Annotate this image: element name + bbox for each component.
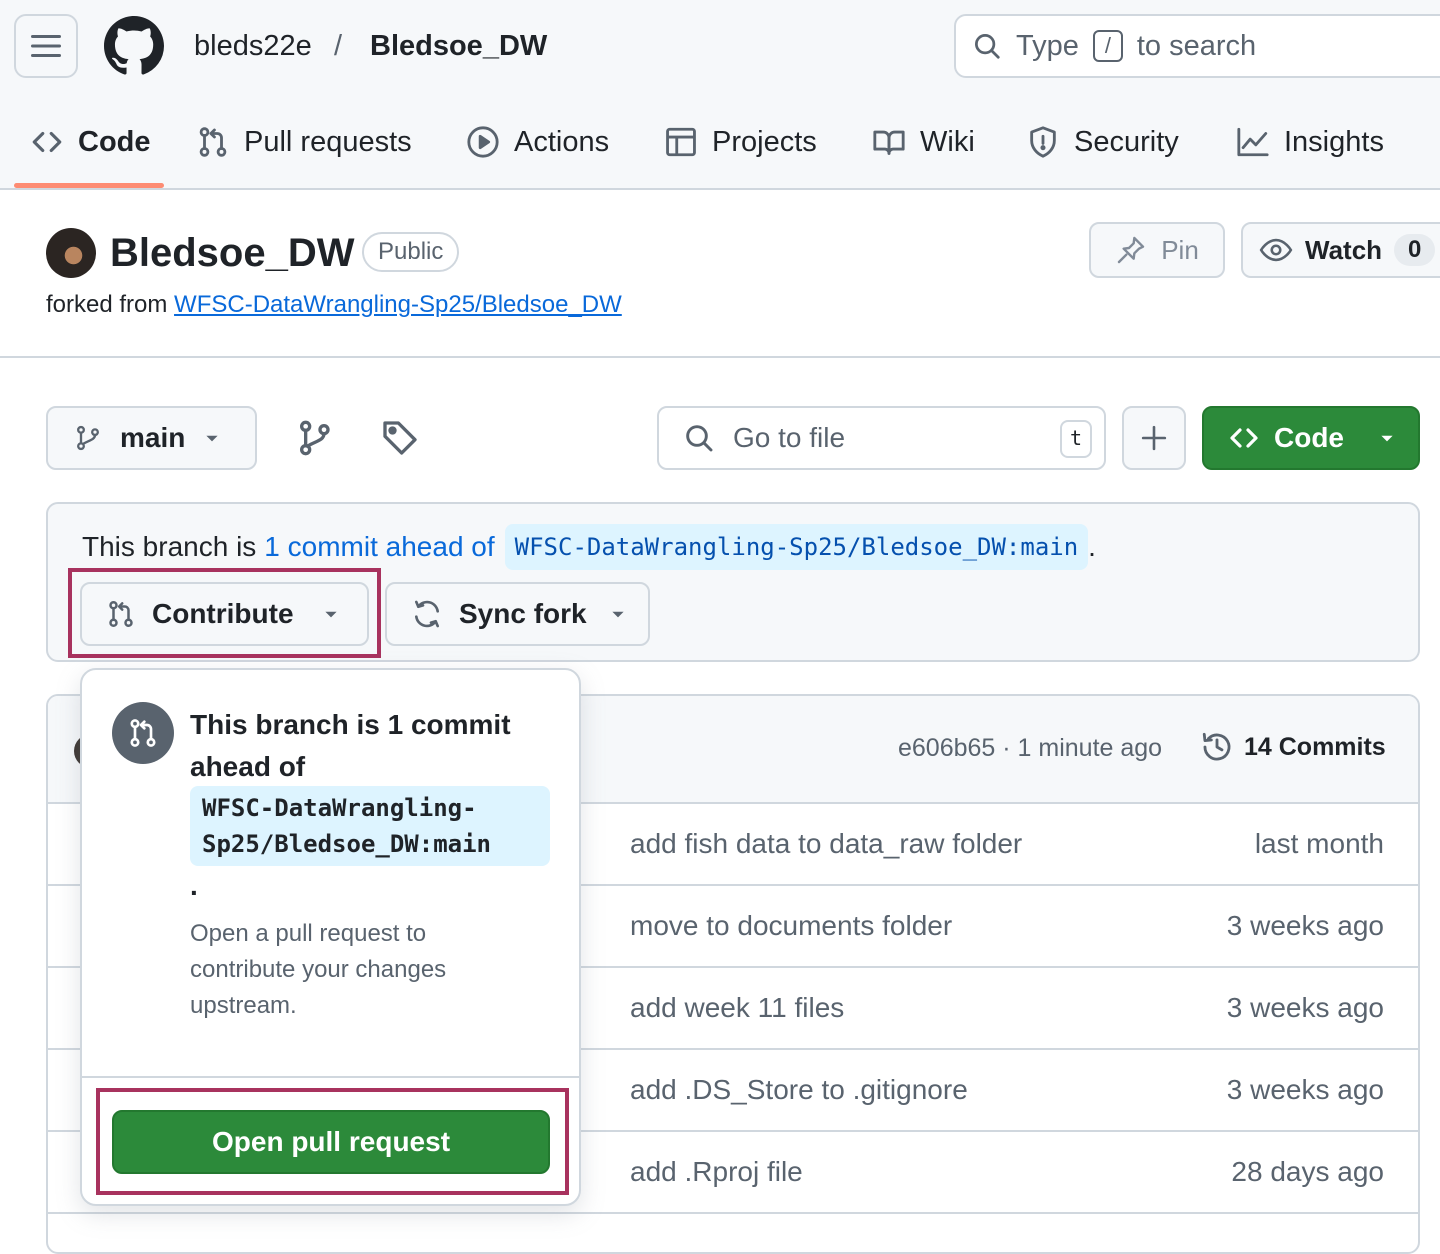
commit-count: 14 Commits (1244, 732, 1386, 761)
graph-icon (1237, 127, 1269, 157)
add-file-button[interactable] (1122, 406, 1186, 470)
code-icon (32, 131, 62, 153)
commit-message[interactable]: move to documents folder (630, 910, 952, 942)
breadcrumb-owner[interactable]: bleds22e (194, 26, 312, 66)
commit-message[interactable]: add week 11 files (630, 992, 844, 1024)
popover-description: Open a pull request to contribute your c… (190, 920, 447, 1019)
search-shortcut-key: / (1092, 30, 1123, 62)
breadcrumb-separator: / (334, 30, 343, 62)
code-icon (1230, 428, 1258, 448)
tab-wiki[interactable]: Wiki (872, 110, 975, 174)
commit-age: 3 weeks ago (1226, 910, 1384, 941)
popover-divider (82, 1076, 579, 1078)
watch-count: 0 (1394, 234, 1436, 266)
tab-projects-label: Projects (712, 125, 817, 158)
watch-label: Watch (1305, 234, 1383, 265)
eye-icon (1259, 238, 1293, 262)
shield-icon (1030, 126, 1056, 158)
commit-message[interactable]: add .DS_Store to .gitignore (630, 1074, 968, 1106)
divider (0, 356, 1440, 358)
tab-wiki-label: Wiki (920, 125, 975, 158)
tab-security[interactable]: Security (1026, 110, 1179, 174)
repo-title: Bledsoe_DW (110, 231, 355, 275)
sync-icon (415, 600, 439, 628)
pin-icon (1118, 236, 1145, 264)
commit-message[interactable]: add fish data to data_raw folder (630, 828, 1022, 860)
commit-history-link[interactable]: 14 Commits (1200, 730, 1386, 764)
fork-status-suffix: . (1088, 531, 1096, 562)
hamburger-icon (31, 35, 61, 57)
fork-status-text: This branch is 1 commit ahead of WFSC-Da… (82, 524, 1096, 570)
forked-from-link[interactable]: WFSC-DataWrangling-Sp25/Bledsoe_DW (174, 291, 622, 318)
popover-title-period: . (190, 870, 198, 901)
commit-age: 3 weeks ago (1226, 992, 1384, 1023)
tag-icon[interactable] (380, 418, 420, 458)
code-button-label: Code (1274, 422, 1344, 453)
branch-name: main (120, 422, 186, 453)
table-icon (666, 127, 696, 157)
go-to-file-input[interactable]: Go to file t (657, 406, 1106, 470)
git-pull-request-icon (199, 127, 227, 157)
chevron-down-icon (1381, 435, 1393, 442)
tab-code[interactable]: Code (30, 110, 151, 174)
branches-icon[interactable] (294, 418, 334, 458)
code-dropdown-button[interactable]: Code (1202, 406, 1420, 470)
popover-upstream-chip: WFSC-DataWrangling-Sp25/Bledsoe_DW:main (190, 786, 550, 866)
tab-insights[interactable]: Insights (1236, 110, 1384, 174)
history-icon (1202, 732, 1231, 761)
tab-insights-label: Insights (1284, 125, 1384, 158)
search-icon (975, 34, 1000, 59)
tab-projects[interactable]: Projects (664, 110, 817, 174)
search-placeholder-before: Type (1016, 29, 1079, 62)
commits-ahead-link[interactable]: 1 commit ahead of (264, 527, 494, 567)
sync-fork-button[interactable]: Sync fork (385, 582, 650, 646)
forked-from-line: forked from WFSC-DataWrangling-Sp25/Bled… (46, 288, 622, 322)
commit-message[interactable]: add .Rproj file (630, 1156, 803, 1188)
tab-pull-requests[interactable]: Pull requests (196, 110, 412, 174)
popover-title: This branch is 1 commit ahead of (190, 709, 511, 782)
breadcrumb-repo[interactable]: Bledsoe_DW (370, 26, 547, 66)
owner-avatar[interactable] (46, 228, 96, 278)
pull-request-badge (112, 702, 174, 764)
go-to-file-shortcut: t (1060, 420, 1092, 458)
visibility-badge: Public (362, 232, 460, 272)
search-placeholder-after: to search (1136, 29, 1257, 62)
open-pr-highlight-box (96, 1088, 569, 1195)
search-icon (686, 425, 713, 452)
upstream-branch-chip: WFSC-DataWrangling-Sp25/Bledsoe_DW:main (504, 524, 1089, 570)
commit-age: 28 days ago (1231, 1156, 1384, 1187)
git-branch-icon (77, 425, 99, 451)
latest-commit-meta[interactable]: e606b65 · 1 minute ago (898, 734, 1162, 763)
tab-actions[interactable]: Actions (466, 110, 609, 174)
sync-fork-label: Sync fork (459, 598, 587, 629)
git-pull-request-icon (130, 719, 156, 747)
tab-security-label: Security (1074, 125, 1179, 158)
watch-button[interactable]: Watch 0 (1241, 222, 1440, 278)
fork-status-prefix: This branch is (82, 531, 257, 562)
chevron-down-icon (611, 611, 624, 618)
tab-code-label: Code (78, 125, 151, 158)
go-to-file-placeholder: Go to file (733, 422, 846, 453)
forked-prefix: forked from (46, 291, 168, 318)
branch-selector[interactable]: main (46, 406, 257, 470)
active-tab-indicator (14, 183, 164, 188)
menu-button[interactable] (14, 14, 78, 78)
commit-age: 3 weeks ago (1226, 1074, 1384, 1105)
chevron-down-icon (206, 435, 218, 442)
github-logo-icon[interactable] (104, 16, 164, 76)
contribute-highlight-box (68, 568, 381, 658)
app-header: bleds22e / Bledsoe_DW Type / to search C… (0, 0, 1440, 190)
pin-button[interactable]: Pin (1089, 222, 1225, 278)
tab-actions-label: Actions (514, 125, 610, 158)
tab-pull-requests-label: Pull requests (244, 125, 412, 158)
play-icon (467, 126, 499, 158)
commit-age: last month (1254, 828, 1384, 859)
pin-label: Pin (1161, 234, 1199, 265)
book-icon (873, 130, 905, 155)
global-search-input[interactable]: Type / to search (954, 14, 1440, 78)
plus-icon (1141, 425, 1167, 451)
